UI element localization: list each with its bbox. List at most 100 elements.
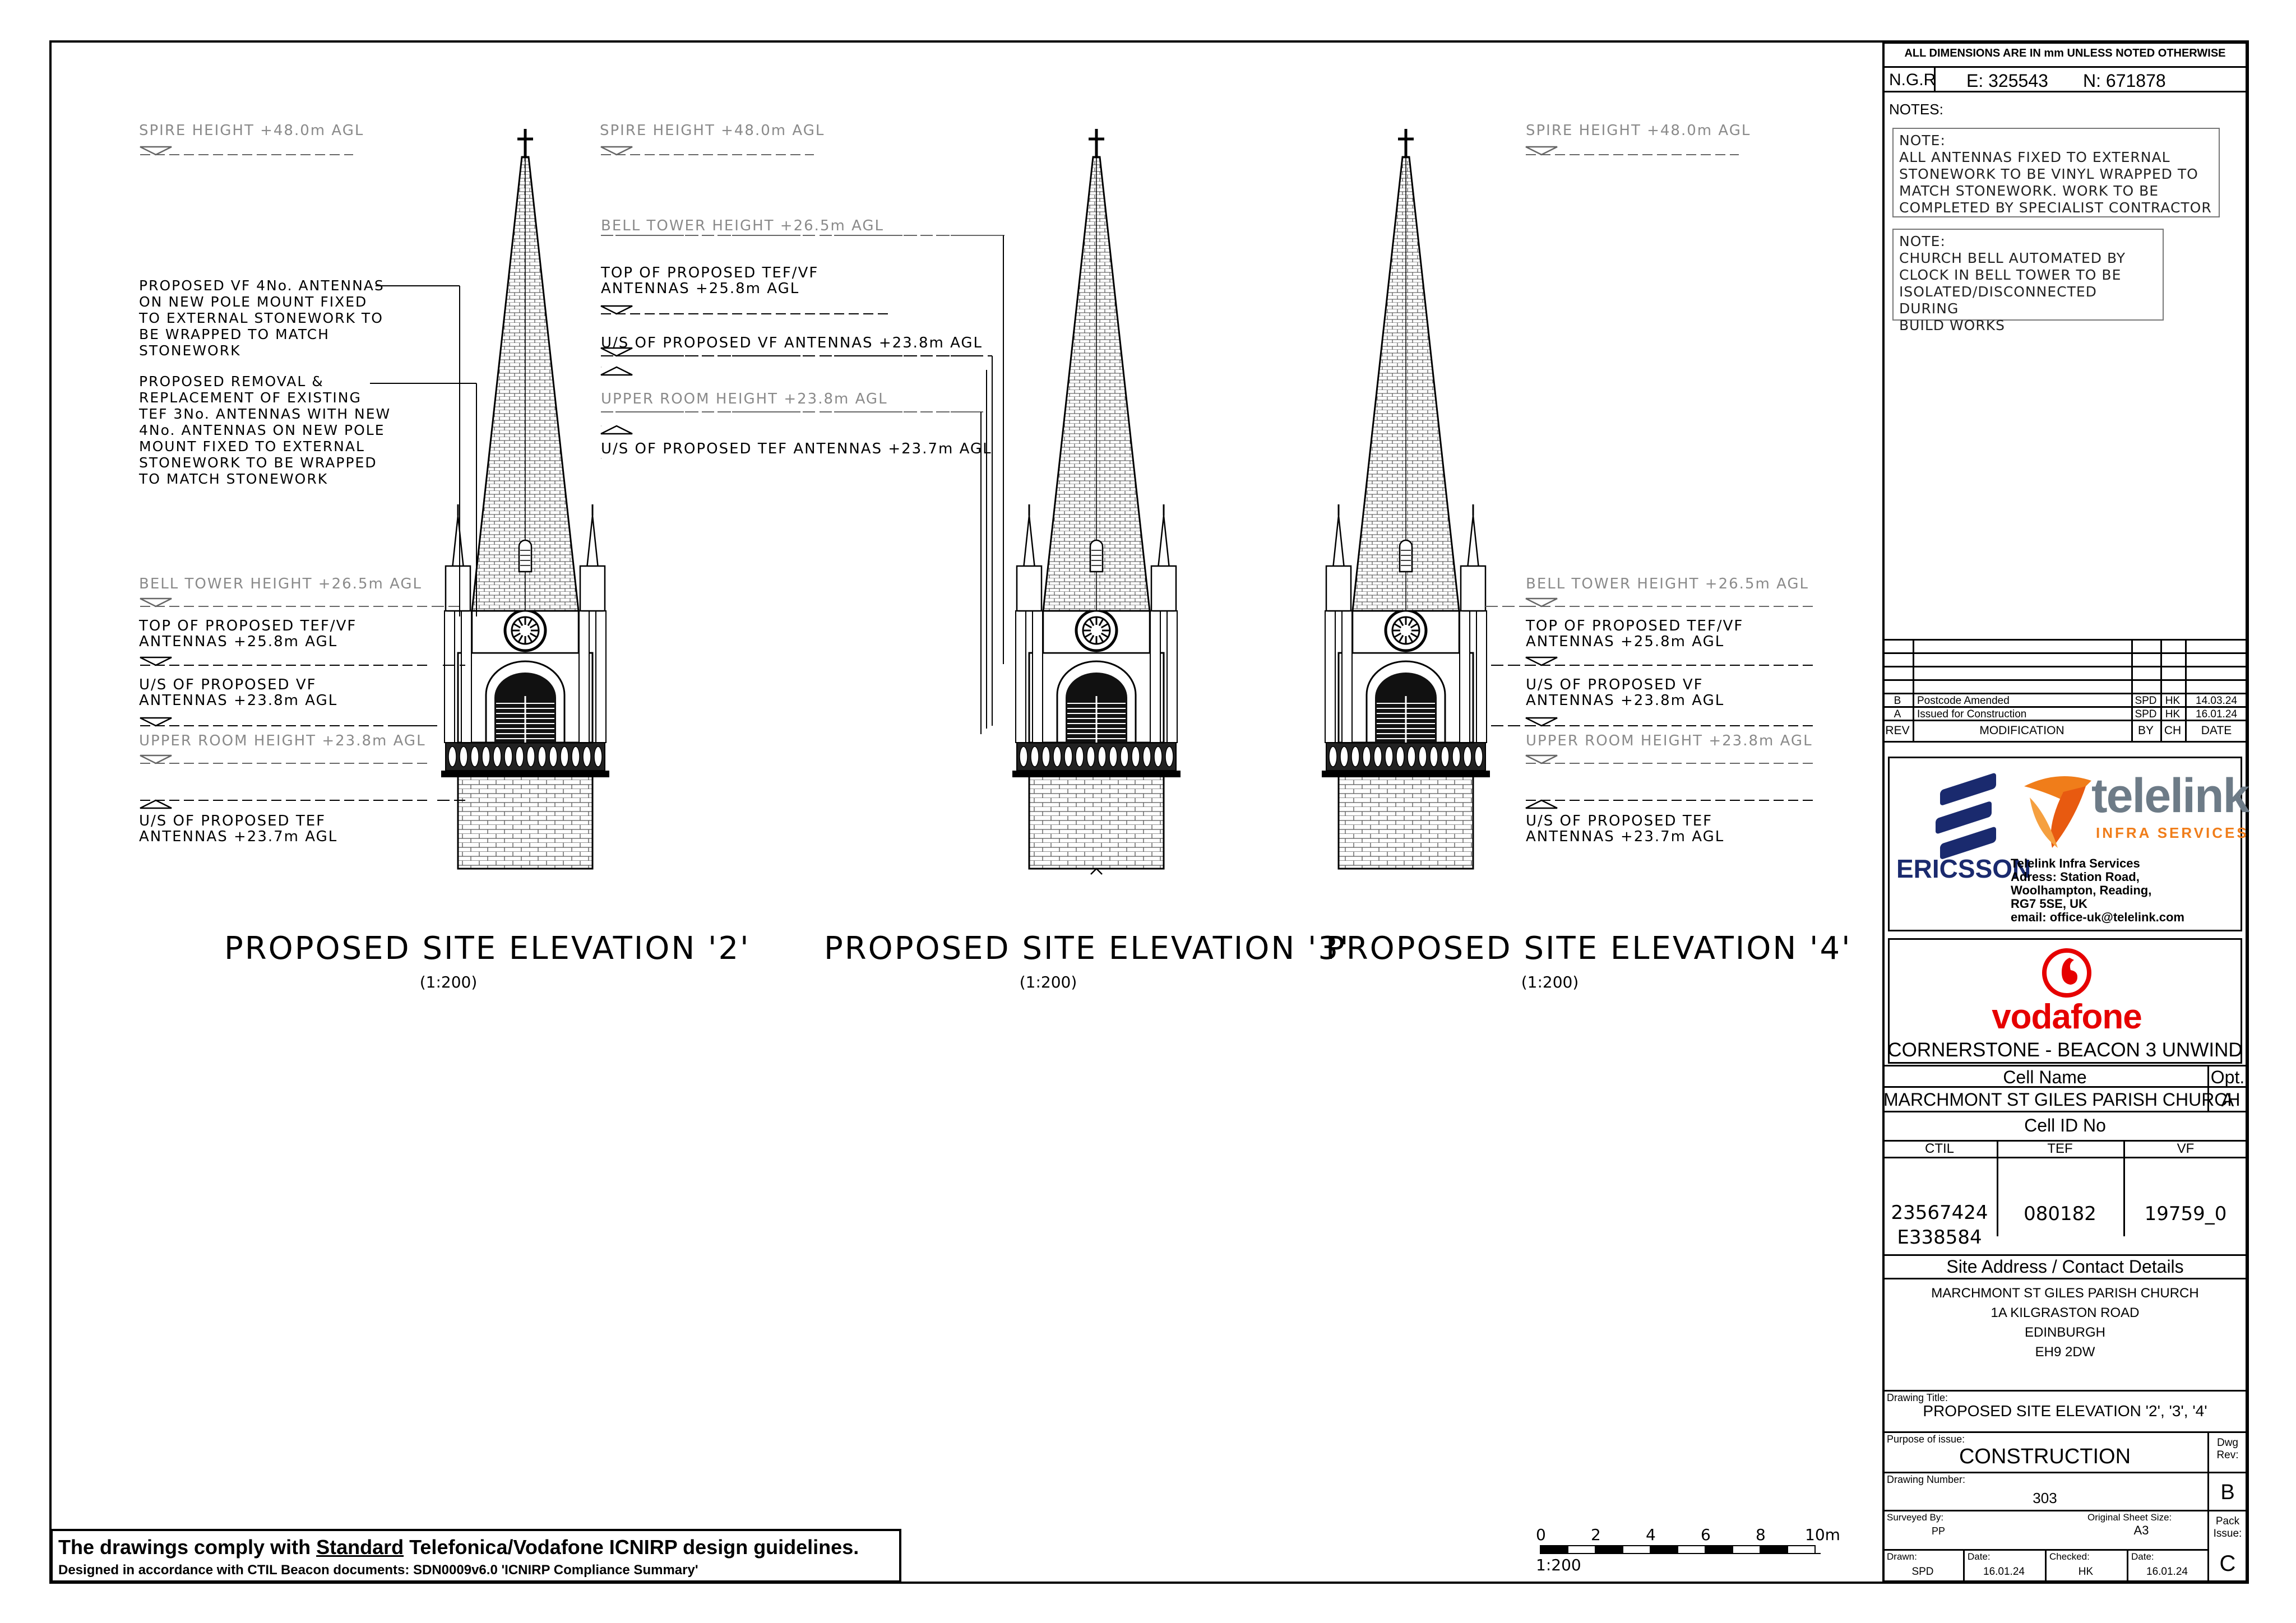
us-tef-level-label: U/S OF PROPOSED TEF xyxy=(1526,813,1713,829)
level-triangle-icon xyxy=(1525,754,1558,764)
drawn-date: 16.01.24 xyxy=(1983,1566,2025,1578)
vodafone-wordmark: vodafone xyxy=(1992,998,2142,1036)
spire-level-label: SPIRE HEIGHT +48.0m AGL xyxy=(1526,122,1751,139)
elevation-2-scale: (1:200) xyxy=(419,973,478,991)
level-triangle-icon xyxy=(1525,799,1558,809)
ctil-id-1: 23567424 xyxy=(1891,1202,1988,1224)
balustrade-baluster xyxy=(1075,746,1084,767)
balustrade-baluster xyxy=(560,746,569,767)
pinnacle-base xyxy=(579,565,606,612)
purpose-label: Purpose of issue: xyxy=(1887,1434,1965,1445)
level-marker xyxy=(140,146,353,156)
pack-issue-label: Pack Issue: xyxy=(2213,1515,2242,1539)
balustrade-baluster xyxy=(1142,746,1151,767)
scale-ratio: 1:200 xyxy=(1536,1556,1581,1574)
level-marker xyxy=(600,305,892,315)
note-line: ALL ANTENNAS FIXED TO EXTERNAL xyxy=(1899,149,2170,165)
ericsson-logo-icon xyxy=(1936,773,1996,859)
surveyed-label: Surveyed By: xyxy=(1887,1512,1944,1523)
title-block: ALL DIMENSIONS ARE IN mm UNLESS NOTED OT… xyxy=(1882,41,2249,1583)
note-line: NOTE: xyxy=(1899,233,1946,249)
pinnacle-base xyxy=(1016,565,1043,612)
tower-base xyxy=(1337,775,1474,870)
divider xyxy=(1882,679,2248,681)
level-triangle-icon xyxy=(140,656,172,666)
level-marker xyxy=(140,597,432,608)
divider xyxy=(1882,1510,2248,1511)
elevation-3-scale: (1:200) xyxy=(1019,973,1077,991)
date-header: DATE xyxy=(2201,724,2232,737)
callout-line: REPLACEMENT OF EXISTING xyxy=(139,389,362,406)
balustrade-baluster xyxy=(1463,746,1472,767)
spire-window xyxy=(1399,539,1413,573)
note-line: BUILD WORKS xyxy=(1899,317,2005,333)
note-line: NOTE: xyxy=(1899,132,1946,149)
ctil-label: CTIL xyxy=(1924,1141,1954,1156)
scale-tick-label: 0 xyxy=(1536,1525,1546,1544)
scale-segment xyxy=(1760,1545,1788,1554)
note-line: STONEWORK TO BE VINYL WRAPPED TO xyxy=(1899,166,2198,182)
vf-label: VF xyxy=(2177,1141,2195,1156)
tef-id: 080182 xyxy=(2024,1203,2096,1225)
divider xyxy=(1882,1111,2248,1112)
scale-segment xyxy=(1595,1545,1623,1554)
level-marker xyxy=(600,146,814,156)
balustrade-baluster xyxy=(1098,746,1107,767)
scale-segment xyxy=(1677,1545,1706,1554)
balustrade-baluster xyxy=(504,746,513,767)
rev-cell: A xyxy=(1894,708,1901,720)
balustrade-baluster xyxy=(571,746,580,767)
cornice xyxy=(1322,771,1490,777)
tower-base xyxy=(457,775,594,870)
divider xyxy=(1882,91,2248,92)
elevation-2-title: PROPOSED SITE ELEVATION '2' xyxy=(224,930,751,967)
level-triangle-icon xyxy=(600,366,633,376)
level-triangle-icon xyxy=(1525,656,1558,666)
rev-desc: Issued for Construction xyxy=(1917,708,2027,720)
balustrade-baluster xyxy=(1351,746,1360,767)
balustrade-baluster xyxy=(1030,746,1039,767)
level-triangle-icon xyxy=(140,146,172,156)
callout-line: PROPOSED VF 4No. ANTENNAS xyxy=(139,277,385,294)
divider xyxy=(1882,639,2248,641)
address-line: MARCHMONT ST GILES PARISH CHURCH xyxy=(1931,1286,2199,1301)
balustrade-baluster xyxy=(1407,746,1416,767)
notes-heading: NOTES: xyxy=(1889,101,1943,118)
contractor-logo-box: ERICSSON telelink INFRA SERVICES Telelin… xyxy=(1888,757,2249,931)
divider xyxy=(1882,1472,2248,1473)
address-line: Telelink Infra Services xyxy=(2011,856,2140,870)
ch-header: CH xyxy=(2164,724,2182,737)
divider xyxy=(1882,741,2248,743)
date-label: Date: xyxy=(1968,1551,1991,1562)
balustrade-baluster xyxy=(1120,746,1129,767)
option-value: A xyxy=(2221,1089,2234,1111)
address-line: Woolhampton, Reading, xyxy=(2011,883,2152,897)
address-line: 1A KILGRASTON ROAD xyxy=(1991,1305,2140,1320)
balustrade-baluster xyxy=(538,746,547,767)
us-vf-level-label: U/S OF PROPOSED VF xyxy=(1526,676,1704,693)
telelink-wordmark: telelink xyxy=(2091,769,2249,823)
rev-ch: HK xyxy=(2165,708,2181,720)
note-antennas: NOTE: ALL ANTENNAS FIXED TO EXTERNAL STO… xyxy=(1892,128,2220,217)
vf-id: 19759_0 xyxy=(2144,1203,2227,1225)
drawing-number-label: Drawing Number: xyxy=(1887,1474,1966,1485)
balustrade xyxy=(445,742,605,771)
pinnacle-base xyxy=(445,565,471,612)
compliance-line-1: The drawings comply with Standard Telefo… xyxy=(58,1536,859,1559)
upper-room-level-label: UPPER ROOM HEIGHT +23.8m AGL xyxy=(1526,732,1813,749)
divider xyxy=(1882,1157,2248,1158)
church-tower xyxy=(1012,129,1181,870)
purpose-value: CONSTRUCTION xyxy=(1959,1445,2131,1468)
level-triangle-icon xyxy=(600,305,633,315)
spire-window xyxy=(518,539,533,573)
note-line: CLOCK IN BELL TOWER TO BE xyxy=(1899,267,2122,283)
rev-header: REV xyxy=(1885,724,1910,737)
ngr-label: N.G.R xyxy=(1889,71,1936,89)
checked-label: Checked: xyxy=(2049,1551,2090,1562)
drawing-number: 303 xyxy=(2033,1490,2057,1506)
divider xyxy=(1882,1086,2248,1088)
pack-issue-value: C xyxy=(2219,1551,2236,1576)
level-marker xyxy=(1525,717,1817,727)
level-marker xyxy=(140,754,432,764)
balustrade-baluster xyxy=(482,746,490,767)
